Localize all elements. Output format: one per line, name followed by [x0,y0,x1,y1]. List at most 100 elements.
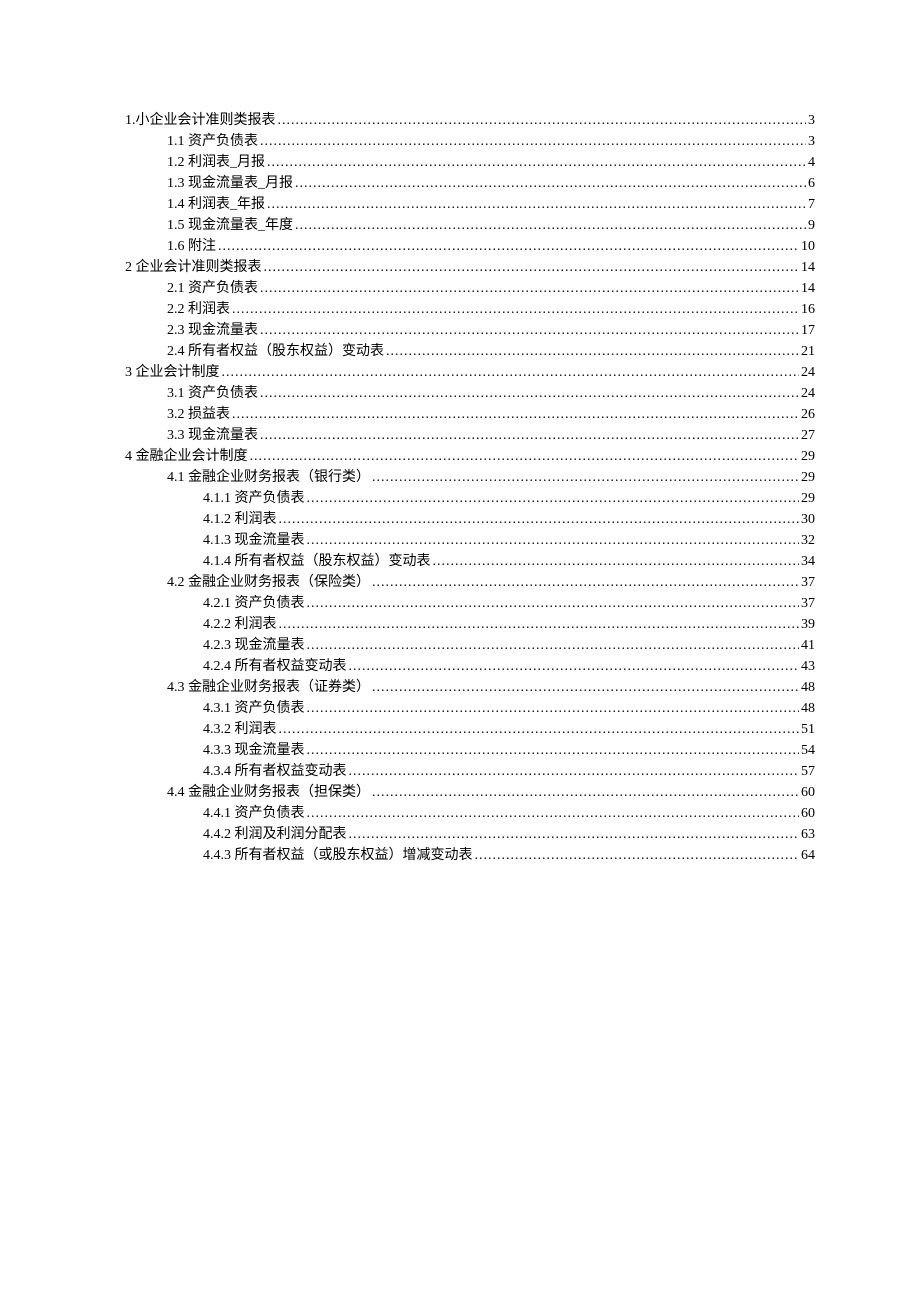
toc-entry-page: 4 [808,152,815,173]
toc-entry-label: 1.2 利润表_月报 [167,152,265,173]
toc-entry-label: 4.1.4 所有者权益（股东权益）变动表 [203,551,431,572]
toc-entry-label: 3.2 损益表 [167,404,230,425]
toc-entry-label: 2.1 资产负债表 [167,278,258,299]
toc-entry[interactable]: 3 企业会计制度24 [125,362,815,383]
toc-entry-label: 2.4 所有者权益（股东权益）变动表 [167,341,384,362]
toc-entry[interactable]: 1.5 现金流量表_年度9 [167,215,815,236]
toc-entry-label: 4.4.3 所有者权益（或股东权益）增减变动表 [203,845,473,866]
toc-entry-page: 54 [801,740,815,761]
toc-entry-label: 3.3 现金流量表 [167,425,258,446]
toc-entry[interactable]: 2 企业会计准则类报表14 [125,257,815,278]
toc-entry-leader [267,194,806,215]
toc-entry-label: 4.2.4 所有者权益变动表 [203,656,347,677]
toc-entry[interactable]: 4.1.2 利润表30 [203,509,815,530]
toc-entry[interactable]: 1.1 资产负债表3 [167,131,815,152]
toc-entry[interactable]: 4.2.1 资产负债表37 [203,593,815,614]
toc-entry[interactable]: 2.4 所有者权益（股东权益）变动表 21 [167,341,815,362]
toc-entry-page: 48 [801,698,815,719]
toc-entry[interactable]: 4.4.2 利润及利润分配表63 [203,824,815,845]
toc-entry-page: 6 [808,173,815,194]
toc-entry-leader [307,698,800,719]
toc-entry-leader [307,488,800,509]
toc-entry[interactable]: 4 金融企业会计制度29 [125,446,815,467]
toc-entry-page: 64 [801,845,815,866]
toc-entry-page: 43 [801,656,815,677]
toc-entry-page: 7 [808,194,815,215]
toc-entry-label: 1.1 资产负债表 [167,131,258,152]
toc-entry-leader [279,509,800,530]
toc-entry-leader [232,404,799,425]
toc-entry[interactable]: 1.4 利润表_年报 7 [167,194,815,215]
toc-entry[interactable]: 4.3.3 现金流量表54 [203,740,815,761]
toc-entry-page: 30 [801,509,815,530]
toc-entry-leader [260,425,799,446]
toc-entry-leader [307,803,800,824]
toc-entry[interactable]: 4.3 金融企业财务报表（证券类） 48 [167,677,815,698]
toc-entry-leader [349,656,800,677]
toc-entry[interactable]: 3.1 资产负债表24 [167,383,815,404]
toc-entry-page: 24 [801,383,815,404]
toc-entry-label: 4.2.1 资产负债表 [203,593,305,614]
toc-entry-leader [349,761,800,782]
toc-entry[interactable]: 4.4.1 资产负债表60 [203,803,815,824]
toc-entry[interactable]: 4.2.2 利润表39 [203,614,815,635]
toc-entry-label: 4.1.1 资产负债表 [203,488,305,509]
toc-entry[interactable]: 1.2 利润表_月报 4 [167,152,815,173]
toc-entry[interactable]: 2.3 现金流量表17 [167,320,815,341]
toc-entry[interactable]: 4.3.2 利润表51 [203,719,815,740]
toc-entry-leader [232,299,799,320]
toc-entry-label: 4.3 金融企业财务报表（证券类） [167,677,370,698]
toc-entry-leader [372,677,799,698]
toc-entry-page: 3 [808,110,815,131]
toc-entry-page: 21 [801,341,815,362]
toc-entry[interactable]: 4.1.1 资产负债表 29 [203,488,815,509]
toc-entry-label: 4.3.1 资产负债表 [203,698,305,719]
toc-entry-page: 17 [801,320,815,341]
toc-entry-page: 29 [801,488,815,509]
toc-entry-leader [433,551,800,572]
toc-entry-leader [264,257,800,278]
toc-entry[interactable]: 4.1.4 所有者权益（股东权益）变动表 34 [203,551,815,572]
toc-entry[interactable]: 4.2 金融企业财务报表（保险类）37 [167,572,815,593]
toc-entry[interactable]: 4.1 金融企业财务报表（银行类） 29 [167,467,815,488]
toc-entry-page: 26 [801,404,815,425]
toc-entry-leader [307,530,800,551]
toc-entry-page: 29 [801,467,815,488]
toc-entry[interactable]: 4.3.4 所有者权益变动表57 [203,761,815,782]
toc-entry[interactable]: 4.4 金融企业财务报表（担保类）60 [167,782,815,803]
toc-entry-page: 9 [808,215,815,236]
toc-entry[interactable]: 4.2.4 所有者权益变动表 43 [203,656,815,677]
toc-entry-leader [267,152,806,173]
toc-entry-page: 37 [801,572,815,593]
toc-entry-leader [279,614,800,635]
toc-entry-page: 60 [801,782,815,803]
toc-entry-page: 39 [801,614,815,635]
toc-entry[interactable]: 4.4.3 所有者权益（或股东权益）增减变动表 64 [203,845,815,866]
toc-entry[interactable]: 2.1 资产负债表14 [167,278,815,299]
toc-entry-leader [279,719,800,740]
toc-entry[interactable]: 4.3.1 资产负债表 48 [203,698,815,719]
toc-entry[interactable]: 3.2 损益表 26 [167,404,815,425]
toc-entry-leader [218,236,799,257]
toc-entry[interactable]: 1.3 现金流量表_月报6 [167,173,815,194]
toc-entry-leader [295,173,806,194]
toc-entry[interactable]: 4.2.3 现金流量表41 [203,635,815,656]
toc-entry-leader [372,572,799,593]
toc-entry-label: 4.1 金融企业财务报表（银行类） [167,467,370,488]
toc-entry-leader [307,593,800,614]
toc-entry-page: 48 [801,677,815,698]
toc-entry-leader [260,278,799,299]
toc-entry[interactable]: 1.小企业会计准则类报表3 [125,110,815,131]
toc-entry-leader [260,383,799,404]
toc-entry-label: 4 金融企业会计制度 [125,446,248,467]
toc-entry-page: 10 [801,236,815,257]
toc-entry-label: 1.6 附注 [167,236,216,257]
toc-entry[interactable]: 4.1.3 现金流量表32 [203,530,815,551]
toc-entry[interactable]: 1.6 附注 10 [167,236,815,257]
toc-entry-leader [260,320,799,341]
toc-entry[interactable]: 3.3 现金流量表27 [167,425,815,446]
toc-entry-page: 60 [801,803,815,824]
toc-entry-label: 1.4 利润表_年报 [167,194,265,215]
toc-entry-page: 34 [801,551,815,572]
toc-entry[interactable]: 2.2 利润表16 [167,299,815,320]
